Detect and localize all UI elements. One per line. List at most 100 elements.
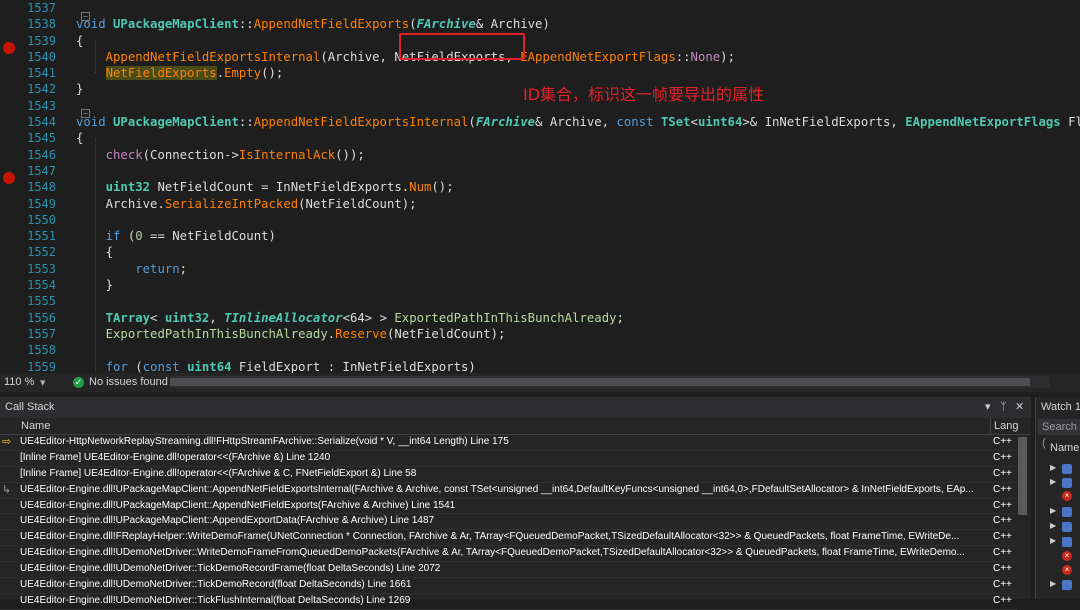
watch-row[interactable]: ▶ <box>1050 521 1080 533</box>
current-frame-arrow-icon: ⇨ <box>2 436 12 448</box>
code-line: ExportedPathInThisBunchAlready.Reserve(N… <box>105 326 506 341</box>
code-line: { <box>105 245 114 260</box>
call-stack-row[interactable]: ↳ UE4Editor-Engine.dll!UPackageMapClient:… <box>0 483 1017 499</box>
watch-row[interactable]: ▶ <box>1050 463 1080 475</box>
code-line: for (const uint64 FieldExport : InNetFie… <box>105 359 476 373</box>
column-divider[interactable] <box>990 418 991 434</box>
chevron-down-icon[interactable]: ▾ <box>40 376 46 389</box>
frame-language: C++ <box>993 483 1012 495</box>
panel-title-bar: Call Stack ▾ ᛘ ✕ <box>0 397 1031 418</box>
column-name[interactable]: Name <box>1050 442 1079 454</box>
breakpoint-icon[interactable] <box>3 42 15 54</box>
call-stack-row[interactable]: UE4Editor-Engine.dll!UDemoNetDriver::Tic… <box>0 594 1017 610</box>
scrollbar-thumb[interactable] <box>170 378 1030 386</box>
line-number: 1543 <box>27 98 56 113</box>
frame-language: C++ <box>993 467 1012 479</box>
highlight-box <box>399 33 525 60</box>
pin-icon[interactable]: ᛘ <box>1000 397 1007 418</box>
code-line: AppendNetFieldExportsInternal(Archive, N… <box>105 49 735 64</box>
line-number: 1554 <box>27 278 56 293</box>
code-line: TArray< uint32, TInlineAllocator<64> > E… <box>105 310 624 325</box>
column-name[interactable]: Name <box>21 418 50 434</box>
frame-name: UE4Editor-Engine.dll!UDemoNetDriver::Tic… <box>20 594 411 606</box>
call-stack-row[interactable]: [Inline Frame] UE4Editor-Engine.dll!oper… <box>0 467 1017 483</box>
breakpoint-icon[interactable] <box>3 172 15 184</box>
line-number: 1553 <box>27 261 56 276</box>
line-number: 1550 <box>27 212 56 227</box>
line-number: 1541 <box>27 66 56 81</box>
search-input[interactable]: Search ( <box>1038 419 1080 449</box>
watch-row[interactable]: ▶ <box>1050 536 1080 548</box>
frame-language: C++ <box>993 594 1012 606</box>
watch-row[interactable]: ▶ <box>1050 579 1080 591</box>
code-line: { <box>76 131 84 146</box>
frame-name: UE4Editor-Engine.dll!FReplayHelper::Writ… <box>20 531 960 543</box>
line-number: 1559 <box>27 359 56 373</box>
call-stack-row[interactable]: [Inline Frame] UE4Editor-Engine.dll!oper… <box>0 451 1017 467</box>
line-number: 1545 <box>27 131 56 146</box>
zoom-level[interactable]: 110 % <box>4 376 34 388</box>
line-number: 1539 <box>27 33 56 48</box>
line-number: 1558 <box>27 343 56 358</box>
frame-name: UE4Editor-Engine.dll!UDemoNetDriver::Wri… <box>20 547 965 559</box>
code-editor[interactable]: 1537 1538 1539 1540 1541 1542 1543 1544 1545 1546… <box>0 0 1080 373</box>
call-stack-row[interactable]: UE4Editor-Engine.dll!UDemoNetDriver::Tic… <box>0 562 1017 579</box>
watch-row[interactable]: ▶ <box>1050 506 1080 518</box>
frame-language: C++ <box>993 499 1012 511</box>
code-line: NetFieldExports.Empty(); <box>105 66 284 81</box>
line-number: 1538 <box>27 17 56 32</box>
close-icon[interactable]: ✕ <box>1015 397 1024 418</box>
frame-language: C++ <box>993 451 1012 463</box>
code-line: { <box>76 33 84 48</box>
frame-language: C++ <box>993 579 1012 591</box>
column-header: Name Lang <box>0 418 1031 435</box>
issues-status[interactable]: No issues found <box>89 376 168 388</box>
frame-name: UE4Editor-HttpNetworkReplayStreaming.dll… <box>20 436 509 447</box>
line-number: 1544 <box>27 115 56 130</box>
call-stack-row[interactable]: UE4Editor-Engine.dll!UPackageMapClient::… <box>0 514 1017 531</box>
line-number: 1555 <box>27 294 56 309</box>
call-stack-rows: ⇨ UE4Editor-HttpNetworkReplayStreaming.dl… <box>0 435 1017 610</box>
line-number: 1537 <box>27 1 56 15</box>
watch-panel: Watch 1 Search ( Name ▶ ▶ × ▶ ▶ ▶ × × ▶ <box>1035 397 1080 599</box>
watch-row[interactable]: ▶ <box>1050 477 1080 489</box>
panel-title: Watch 1 <box>1041 401 1080 413</box>
line-number: 1549 <box>27 196 56 211</box>
frame-language: C++ <box>993 515 1012 527</box>
frame-name: UE4Editor-Engine.dll!UPackageMapClient::… <box>20 499 456 511</box>
call-stack-row[interactable]: UE4Editor-Engine.dll!UDemoNetDriver::Wri… <box>0 546 1017 563</box>
code-text[interactable]: void UPackageMapClient::AppendNetFieldEx… <box>76 0 1080 373</box>
watch-row[interactable]: × <box>1050 564 1080 576</box>
line-number: 1546 <box>27 147 56 162</box>
frame-name: [Inline Frame] UE4Editor-Engine.dll!oper… <box>20 467 417 479</box>
panel-title: Call Stack <box>5 401 55 413</box>
code-line: uint32 NetFieldCount = InNetFieldExports… <box>105 180 454 195</box>
call-stack-row[interactable]: UE4Editor-Engine.dll!FReplayHelper::Writ… <box>0 530 1017 547</box>
call-stack-row[interactable]: UE4Editor-Engine.dll!UPackageMapClient::… <box>0 499 1017 515</box>
line-number: 1556 <box>27 310 56 325</box>
frame-language: C++ <box>993 563 1012 575</box>
code-line: } <box>105 278 114 293</box>
call-stack-panel: Call Stack ▾ ᛘ ✕ Name Lang ⇨ UE4Editor-Ht… <box>0 397 1031 610</box>
code-line: if (0 == NetFieldCount) <box>105 229 276 244</box>
frame-language: C++ <box>993 436 1012 447</box>
call-stack-row[interactable]: UE4Editor-Engine.dll!UDemoNetDriver::Tic… <box>0 578 1017 594</box>
watch-row[interactable]: × <box>1050 550 1080 562</box>
line-number: 1547 <box>27 163 56 178</box>
breakpoint-gutter[interactable] <box>0 0 18 373</box>
return-frame-arrow-icon: ↳ <box>2 483 12 496</box>
frame-name: UE4Editor-Engine.dll!UDemoNetDriver::Tic… <box>20 579 412 591</box>
watch-row[interactable]: × <box>1050 490 1080 502</box>
frame-name: [Inline Frame] UE4Editor-Engine.dll!oper… <box>20 451 331 463</box>
vertical-scrollbar[interactable] <box>1018 437 1027 515</box>
dropdown-icon[interactable]: ▾ <box>985 397 991 418</box>
call-stack-row[interactable]: ⇨ UE4Editor-HttpNetworkReplayStreaming.dl… <box>0 435 1017 451</box>
frame-language: C++ <box>993 531 1012 543</box>
line-number: 1551 <box>27 229 56 244</box>
column-language[interactable]: Lang <box>994 418 1018 434</box>
line-number: 1557 <box>27 326 56 341</box>
